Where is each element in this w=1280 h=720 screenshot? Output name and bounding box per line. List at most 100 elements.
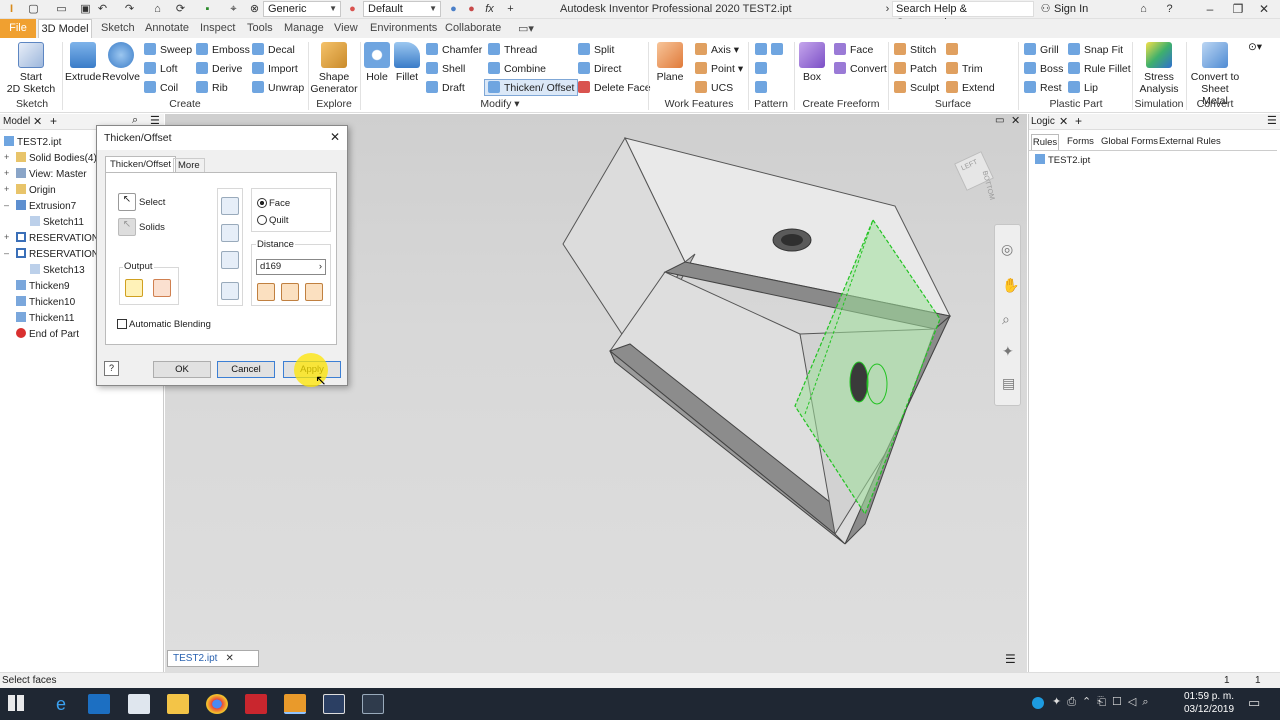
- tab-sketch[interactable]: Sketch: [101, 22, 135, 34]
- search-input[interactable]: Search Help & Commands...: [892, 1, 1034, 29]
- tree-sketch13[interactable]: Sketch13: [30, 264, 85, 276]
- direct-button[interactable]: Direct: [578, 62, 621, 75]
- color-icon[interactable]: ●: [345, 2, 360, 16]
- tree-reservation2[interactable]: RESERVATION:2: [16, 248, 107, 260]
- tree-root[interactable]: TEST2.ipt: [4, 136, 61, 148]
- tab-annotate[interactable]: Annotate: [145, 22, 189, 34]
- circular-pattern-icon[interactable]: [755, 62, 771, 75]
- ucs-button[interactable]: UCS: [695, 81, 733, 94]
- tree-thicken9[interactable]: Thicken9: [16, 280, 70, 292]
- tree-extrusion7[interactable]: Extrusion7: [16, 200, 76, 212]
- thicken-offset-button[interactable]: Thicken/ Offset: [484, 79, 579, 96]
- logic-tab-global-forms[interactable]: Global Forms: [1101, 136, 1158, 147]
- cancel-button[interactable]: Cancel: [217, 361, 275, 378]
- help-icon[interactable]: ?: [1162, 2, 1177, 16]
- extrude-button[interactable]: Extrude: [65, 42, 101, 83]
- add-tab-icon[interactable]: +: [1075, 114, 1082, 128]
- tab-view[interactable]: View: [334, 22, 358, 34]
- save-icon[interactable]: ▣: [78, 2, 93, 16]
- thread-button[interactable]: Thread: [488, 43, 537, 56]
- sign-in-link[interactable]: Sign In: [1054, 3, 1088, 15]
- tab-tools[interactable]: Tools: [247, 22, 273, 34]
- delete-face-button[interactable]: Delete Face: [578, 81, 651, 94]
- tree-reservation1[interactable]: RESERVATION:1: [16, 232, 107, 244]
- sculpt-button[interactable]: Sculpt: [894, 81, 939, 94]
- new-file-icon[interactable]: ▢: [26, 2, 41, 16]
- measure-icon[interactable]: ⌖: [226, 2, 241, 16]
- material-combo[interactable]: Default ▼: [363, 1, 441, 17]
- tree-origin[interactable]: Origin: [16, 184, 56, 196]
- outlook-icon[interactable]: [88, 694, 110, 714]
- pan-icon[interactable]: ✋: [1002, 277, 1019, 294]
- direction-3-button[interactable]: [221, 251, 239, 269]
- appearance-icon[interactable]: ●: [446, 2, 461, 16]
- minimize-button[interactable]: –: [1200, 2, 1220, 16]
- flip-direction-2-button[interactable]: [281, 283, 299, 301]
- clock[interactable]: 01:59 p. m. 03/12/2019: [1182, 690, 1236, 716]
- tree-view-master[interactable]: View: Master: [16, 168, 87, 180]
- fx-icon[interactable]: fx: [482, 2, 497, 16]
- fillet-button[interactable]: Fillet: [392, 42, 422, 83]
- symmetric-button[interactable]: [305, 283, 323, 301]
- help-button[interactable]: ?: [104, 361, 119, 376]
- stitch-button[interactable]: Stitch: [894, 43, 936, 56]
- skype-icon[interactable]: [1032, 697, 1044, 709]
- edge-icon[interactable]: e: [50, 694, 72, 714]
- viewcube[interactable]: LEFT BOTTOM: [951, 151, 1001, 202]
- look-at-icon[interactable]: ▤: [1002, 375, 1015, 392]
- orbit-icon[interactable]: ✦: [1002, 343, 1014, 360]
- close-button[interactable]: ✕: [1254, 2, 1274, 16]
- tree-thicken11[interactable]: Thicken11: [16, 312, 74, 324]
- notifications-icon[interactable]: ▭: [1248, 695, 1260, 711]
- app-icon[interactable]: [362, 694, 384, 714]
- chrome-icon[interactable]: [206, 694, 228, 714]
- zoom-icon[interactable]: ⌕: [1002, 311, 1010, 328]
- update-icon[interactable]: ⟳: [173, 2, 188, 16]
- extend-button[interactable]: Extend: [946, 81, 995, 94]
- mirror-icon[interactable]: [755, 81, 771, 94]
- revolve-button[interactable]: Revolve: [102, 42, 140, 83]
- home-icon[interactable]: ⌂: [150, 2, 165, 16]
- face-button[interactable]: Face: [834, 43, 873, 56]
- convert-button[interactable]: Convert: [834, 62, 887, 75]
- tab-3d-model[interactable]: 3D Model: [38, 19, 92, 38]
- quilt-radio[interactable]: [257, 215, 267, 225]
- tree-end-of-part[interactable]: End of Part: [16, 328, 79, 340]
- undo-icon[interactable]: ↶: [95, 2, 110, 16]
- chevron-right-icon[interactable]: ›: [319, 260, 322, 274]
- rib-button[interactable]: Rib: [196, 81, 228, 94]
- tab-collaborate[interactable]: Collaborate: [445, 22, 501, 34]
- logic-tab-rules[interactable]: Rules: [1031, 134, 1059, 150]
- rule-fillet-button[interactable]: Rule Fillet: [1068, 62, 1131, 75]
- ribbon-options-button[interactable]: ⊙▾: [1248, 41, 1262, 53]
- shape-generator-button[interactable]: Shape Generator: [310, 42, 358, 95]
- tab-manage[interactable]: Manage: [284, 22, 324, 34]
- start-icon[interactable]: [8, 695, 24, 711]
- tree-solid-bodies[interactable]: Solid Bodies(4): [16, 152, 97, 164]
- viewcube-bottom-face[interactable]: BOTTOM: [981, 170, 995, 201]
- shell-button[interactable]: Shell: [426, 62, 465, 75]
- document-tab[interactable]: TEST2.ipt ✕: [167, 650, 259, 667]
- direction-1-button[interactable]: [221, 197, 239, 215]
- tab-environments[interactable]: Environments: [370, 22, 437, 34]
- close-icon[interactable]: ✕: [33, 115, 42, 128]
- grill-button[interactable]: Grill: [1024, 43, 1059, 56]
- import-button[interactable]: Import: [252, 62, 298, 75]
- point-button[interactable]: Point ▾: [695, 62, 743, 75]
- select-icon[interactable]: ▪: [200, 2, 215, 16]
- rest-button[interactable]: Rest: [1024, 81, 1062, 94]
- steering-wheel-icon[interactable]: ◎: [1001, 241, 1013, 258]
- split-button[interactable]: Split: [578, 43, 614, 56]
- add-tab-icon[interactable]: +: [50, 114, 57, 128]
- browser-tab-model[interactable]: Model: [3, 116, 30, 127]
- group-modify[interactable]: Modify ▾: [470, 98, 530, 110]
- output-solid-button[interactable]: [125, 279, 143, 297]
- patch-button[interactable]: Patch: [894, 62, 937, 75]
- ok-button[interactable]: OK: [153, 361, 211, 378]
- automatic-blending-checkbox[interactable]: [117, 319, 127, 329]
- sweep-button[interactable]: Sweep: [144, 43, 192, 56]
- emboss-button[interactable]: Emboss: [196, 43, 250, 56]
- ribbon-options-icon[interactable]: ▭▾: [518, 22, 534, 35]
- logic-tab-external-rules[interactable]: External Rules: [1159, 136, 1221, 147]
- trim-button[interactable]: Trim: [946, 62, 983, 75]
